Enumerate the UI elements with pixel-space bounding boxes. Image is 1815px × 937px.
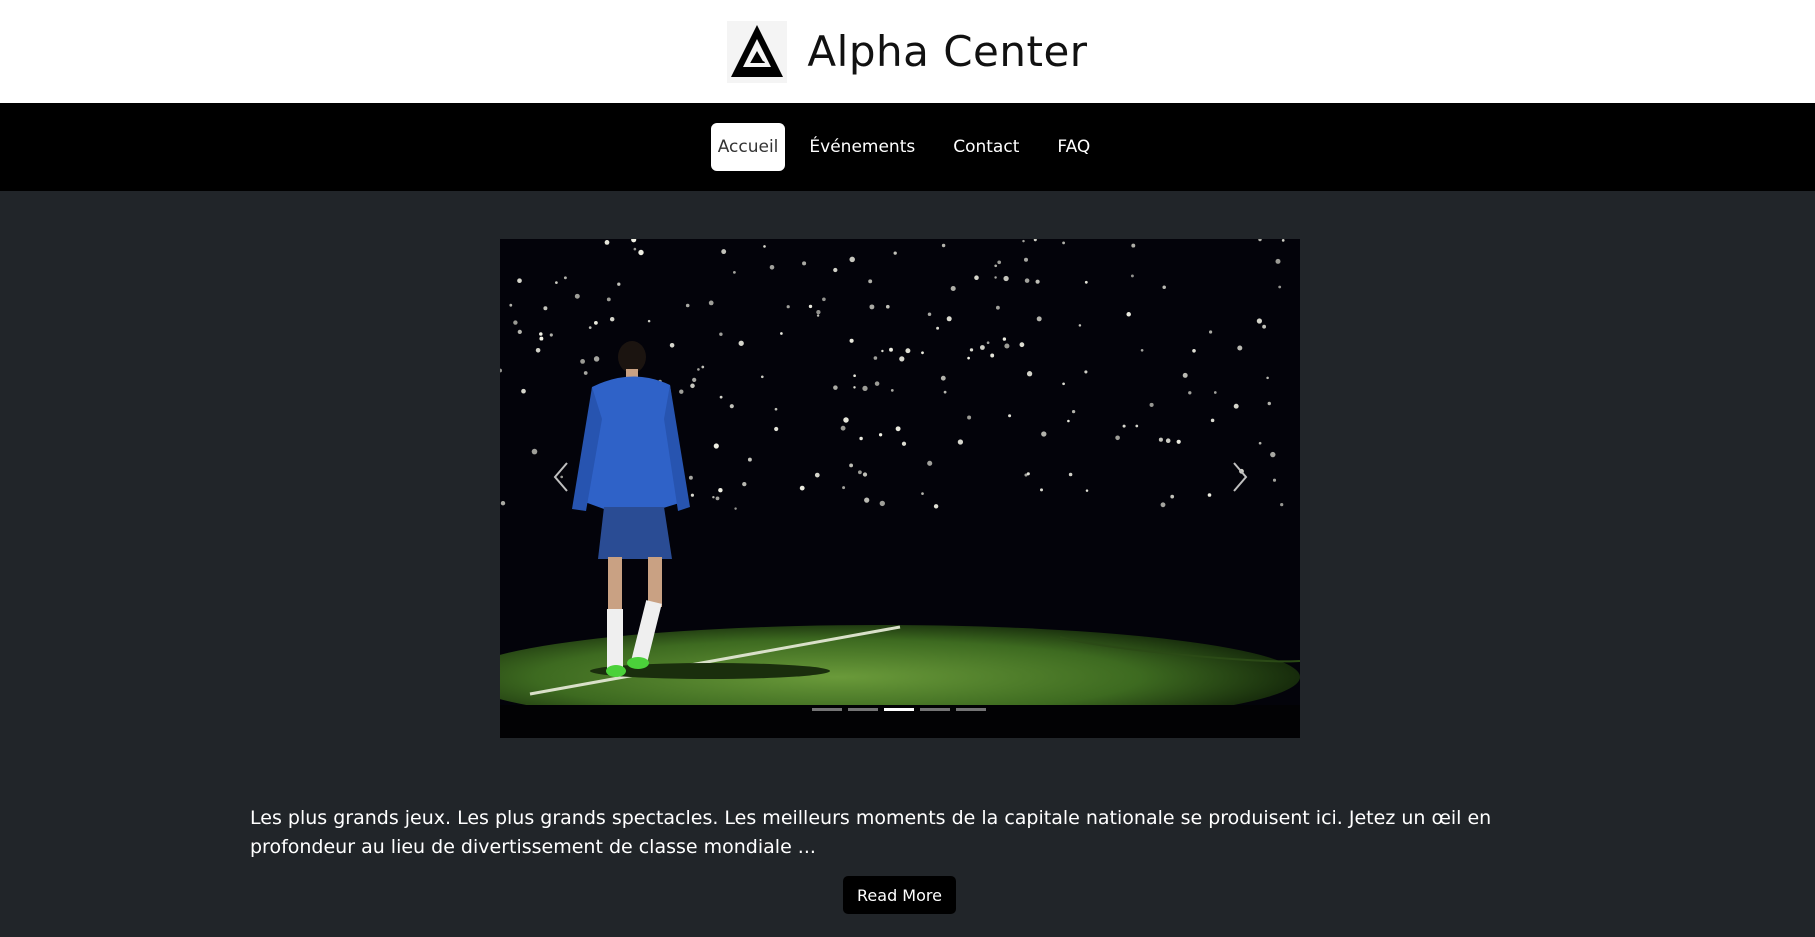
alpha-triangle-logo-icon <box>727 20 788 83</box>
main-nav: Accueil Événements Contact FAQ <box>0 103 1815 191</box>
chevron-left-icon <box>553 462 568 492</box>
intro-paragraph: Les plus grands jeux. Les plus grands sp… <box>250 807 1492 858</box>
nav-item-evenements[interactable]: Événements <box>795 123 929 171</box>
carousel-slide-image <box>500 239 1300 738</box>
carousel-indicator[interactable] <box>956 708 986 711</box>
site-title: Alpha Center <box>807 27 1088 76</box>
carousel-indicators <box>812 708 986 711</box>
carousel-indicator[interactable] <box>920 708 950 711</box>
nav-item-faq[interactable]: FAQ <box>1043 123 1104 171</box>
carousel-indicator[interactable] <box>848 708 878 711</box>
carousel-indicator[interactable] <box>812 708 842 711</box>
nav-item-accueil[interactable]: Accueil <box>710 123 786 171</box>
read-more-button[interactable]: Read More <box>843 876 956 914</box>
carousel-prev-button[interactable] <box>546 440 576 514</box>
carousel-indicator-active[interactable] <box>884 708 914 711</box>
brand[interactable]: Alpha Center <box>727 20 1088 83</box>
chevron-right-icon <box>1233 462 1248 492</box>
hero-carousel <box>500 239 1300 738</box>
site-header: Alpha Center <box>0 0 1815 103</box>
carousel-next-button[interactable] <box>1225 440 1255 514</box>
nav-item-contact[interactable]: Contact <box>939 123 1033 171</box>
